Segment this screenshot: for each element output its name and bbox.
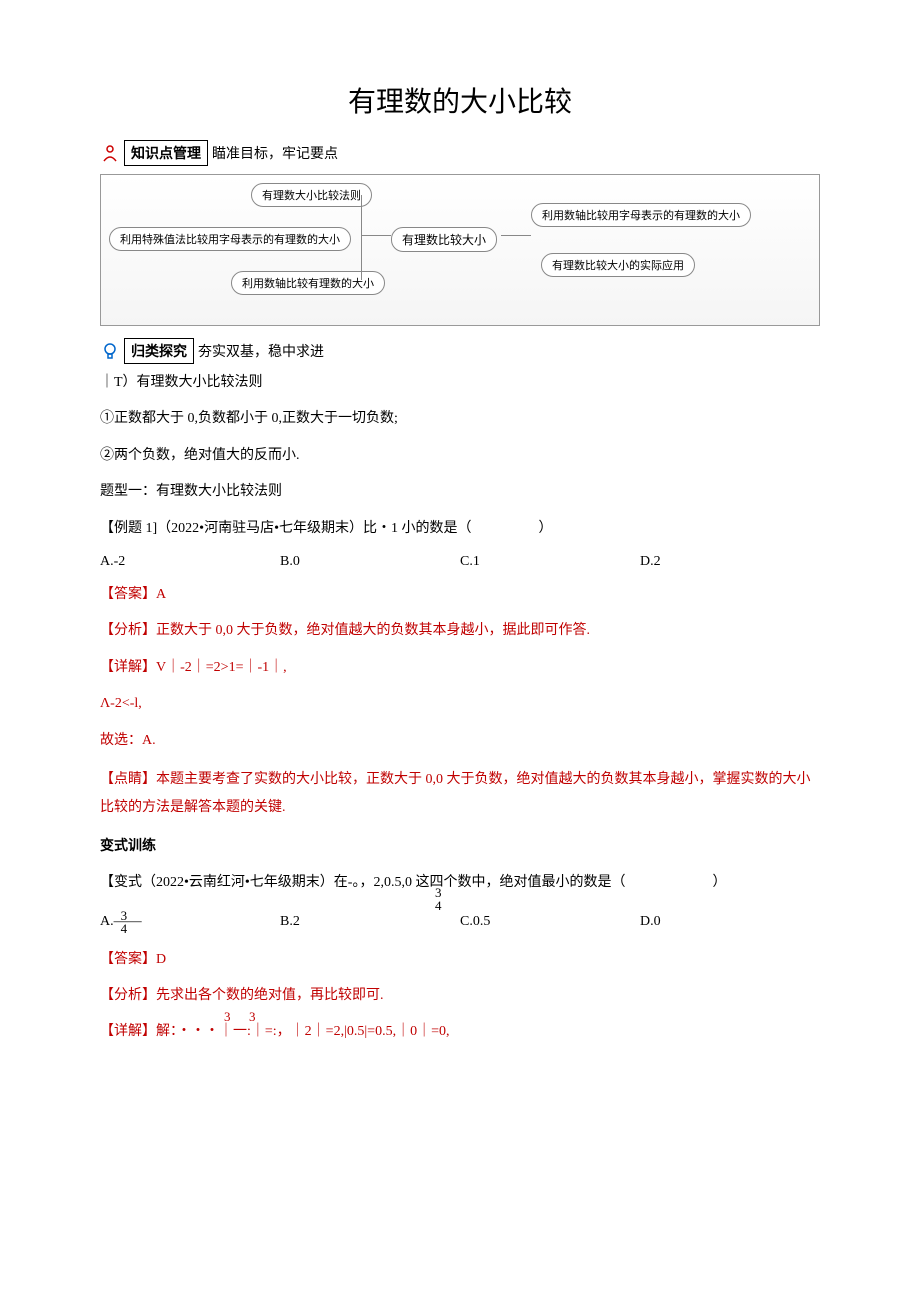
variant-option-a-fraction: 3 4: [118, 909, 131, 935]
variant-option-d: D.0: [640, 914, 820, 930]
section-classify-suffix: 夯实双基，稳中求进: [198, 341, 324, 361]
section-classify-row: 归类探究 夯实双基，稳中求进: [100, 338, 820, 364]
example-1-point: 【点睛】本题主要考查了实数的大小比较，正数大于 0,0 大于负数，绝对值越大的负…: [100, 766, 820, 822]
example-1-prompt-paren: ）: [538, 521, 552, 536]
example-1-detail: 【详解】V｜-2｜=2>1=｜-1｜,: [100, 657, 820, 679]
person-icon: [100, 143, 120, 163]
variant-option-a: A.—— 3 4: [100, 909, 280, 935]
variant-prompt-paren: ）: [712, 875, 726, 890]
example-1-step2: Λ-2<-l,: [100, 693, 820, 715]
variant-prompt: 【变式（2022•云南红河•七年级期末）在-。，2,0.5,0 这四个数中，绝对…: [100, 872, 820, 894]
page-title: 有理数的大小比较: [100, 80, 820, 120]
fraction-denominator: 4: [118, 922, 131, 935]
section-classify-label: 归类探究: [124, 338, 194, 364]
fraction-numerator: 3: [118, 909, 131, 922]
mindmap-node-special-value: 利用特殊值法比较用字母表示的有理数的大小: [109, 227, 351, 251]
rule-2: ②两个负数，绝对值大的反而小.: [100, 445, 820, 467]
rule-1: ①正数都大于 0,负数都小于 0,正数大于一切负数;: [100, 408, 820, 430]
example-1-prompt: 【例题 1]（2022•河南驻马店•七年级期末）比・1 小的数是（ ）: [100, 518, 820, 540]
detail-top-num-1: 3: [224, 1009, 231, 1024]
mindmap-center-node: 有理数比较大小: [391, 227, 497, 252]
variant-detail: 3 3 【详解】解：・・・｜一:｜=:，｜2｜=2,|0.5|=0.5,｜0｜=…: [100, 1021, 820, 1043]
section-knowledge-label: 知识点管理: [124, 140, 208, 166]
question-type-heading: 题型一：有理数大小比较法则: [100, 481, 820, 503]
detail-top-num-2: 3: [249, 1009, 256, 1024]
section-knowledge-row: 知识点管理 瞄准目标，牢记要点: [100, 140, 820, 166]
variant-option-b: B.2: [280, 914, 460, 930]
mindmap-node-number-line-letters: 利用数轴比较用字母表示的有理数的大小: [531, 203, 751, 227]
example-1-prompt-text: 【例题 1]（2022•河南驻马店•七年级期末）比・1 小的数是（: [100, 521, 471, 536]
option-d: D.2: [640, 554, 820, 570]
bulb-icon: [100, 341, 120, 361]
section-knowledge-suffix: 瞄准目标，牢记要点: [212, 143, 338, 163]
variant-heading: 变式训练: [100, 836, 820, 858]
variant-answer: 【答案】D: [100, 949, 820, 971]
variant-prompt-fraction: 3 4: [432, 886, 445, 912]
fraction-denominator: 4: [432, 899, 445, 912]
example-1-answer: 【答案】A: [100, 584, 820, 606]
option-c: C.1: [460, 554, 640, 570]
mindmap-diagram: 有理数比较大小 有理数大小比较法则 利用特殊值法比较用字母表示的有理数的大小 利…: [100, 174, 820, 326]
variant-analysis: 【分析】先求出各个数的绝对值，再比较即可.: [100, 985, 820, 1007]
option-b: B.0: [280, 554, 460, 570]
example-1-conclude: 故选：A.: [100, 730, 820, 752]
example-1-analysis: 【分析】正数大于 0,0 大于负数，绝对值越大的负数其本身越小，据此即可作答.: [100, 620, 820, 642]
mindmap-node-rules: 有理数大小比较法则: [251, 183, 372, 207]
mindmap-node-application: 有理数比较大小的实际应用: [541, 253, 695, 277]
example-1-options: A.-2 B.0 C.1 D.2: [100, 554, 820, 570]
option-a: A.-2: [100, 554, 280, 570]
variant-detail-text: 【详解】解：・・・｜一:｜=:，｜2｜=2,|0.5|=0.5,｜0｜=0,: [100, 1024, 449, 1039]
variant-options: A.—— 3 4 B.2 C.0.5 D.0: [100, 909, 820, 935]
variant-prompt-text: 【变式（2022•云南红河•七年级期末）在-。，2,0.5,0 这四个数中，绝对…: [100, 875, 625, 890]
concept-heading: ｜T）有理数大小比较法则: [100, 372, 820, 394]
variant-option-c: C.0.5: [460, 914, 640, 930]
